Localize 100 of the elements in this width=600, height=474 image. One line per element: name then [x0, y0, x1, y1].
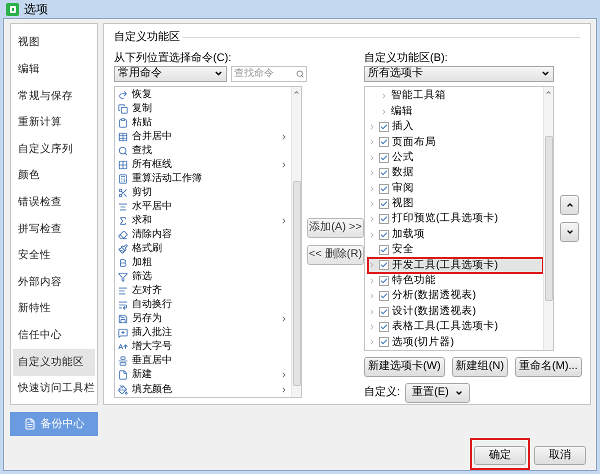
- command-item[interactable]: 清除内容: [115, 228, 291, 242]
- checkbox[interactable]: [379, 184, 389, 194]
- field-label: 自定义:: [364, 384, 400, 400]
- command-item[interactable]: 填充颜色: [115, 382, 291, 397]
- checkbox[interactable]: [379, 214, 389, 224]
- tree-item[interactable]: 编辑: [368, 104, 543, 120]
- eraser-icon: [118, 230, 128, 240]
- command-item[interactable]: 自动换行: [115, 298, 291, 312]
- sidebar-item[interactable]: 重新计算: [13, 110, 95, 136]
- tree-item[interactable]: 安全: [368, 242, 543, 258]
- sidebar-item[interactable]: 自定义功能区: [13, 349, 95, 376]
- tree-item[interactable]: 设计(数据透视表): [368, 304, 543, 320]
- command-item[interactable]: 求和: [115, 214, 291, 228]
- command-item[interactable]: 粘贴: [115, 116, 291, 130]
- command-item[interactable]: 格式刷: [115, 242, 291, 256]
- calculator-icon: [118, 174, 128, 184]
- command-item[interactable]: 另存为: [115, 312, 291, 326]
- sidebar-item[interactable]: 外部内容: [13, 269, 95, 296]
- command-item[interactable]: 左对齐: [115, 284, 291, 298]
- checkbox[interactable]: [379, 276, 389, 286]
- checkbox[interactable]: [379, 245, 389, 256]
- tree-item[interactable]: 表格工具(工具选项卡): [368, 319, 543, 335]
- sidebar-item[interactable]: 安全性: [13, 242, 95, 270]
- checkbox[interactable]: [379, 230, 389, 240]
- command-item[interactable]: 复制: [115, 102, 291, 116]
- reset-button[interactable]: 重置(E): [405, 382, 470, 402]
- sidebar-item[interactable]: 颜色: [13, 162, 95, 190]
- copy-icon: [118, 104, 128, 114]
- tree-item[interactable]: 智能工具箱: [368, 88, 543, 104]
- tree-item[interactable]: 插入: [368, 119, 543, 135]
- command-item[interactable]: 查找: [115, 144, 291, 158]
- tree-item[interactable]: 打印预览(工具选项卡): [368, 212, 543, 228]
- sidebar-item[interactable]: 错误检查: [13, 190, 95, 216]
- checkbox[interactable]: [379, 291, 389, 302]
- command-item[interactable]: 合并居中: [115, 130, 291, 144]
- command-item[interactable]: 水平居中: [115, 200, 291, 214]
- command-item[interactable]: 插入批注: [115, 326, 291, 340]
- submenu-icon: [280, 315, 288, 324]
- checkbox[interactable]: [379, 152, 389, 163]
- sidebar-item[interactable]: 视图: [13, 30, 95, 57]
- tree-item[interactable]: 公式: [368, 150, 543, 166]
- command-item[interactable]: 增大字号: [115, 340, 291, 354]
- command-item[interactable]: 新建: [115, 368, 291, 382]
- move-up-button[interactable]: [560, 194, 579, 214]
- search-icon: [118, 146, 128, 156]
- checkbox[interactable]: [379, 260, 389, 270]
- search-field[interactable]: 查找命令: [231, 66, 307, 82]
- ribbon-button[interactable]: 新建组(N): [452, 356, 508, 376]
- table-icon: [118, 132, 128, 142]
- brush-icon: [118, 244, 128, 254]
- tree-item[interactable]: 开发工具(工具选项卡): [368, 258, 543, 274]
- scrollbar[interactable]: [291, 86, 301, 396]
- dropdown[interactable]: 所有选项卡: [364, 66, 554, 82]
- sidebar-item[interactable]: 新特性: [13, 296, 95, 323]
- checkbox[interactable]: [379, 337, 389, 348]
- tree-item[interactable]: 视图: [368, 196, 543, 212]
- scroll-up-icon[interactable]: [545, 88, 552, 96]
- command-item[interactable]: 恢复: [115, 88, 291, 102]
- tree-item[interactable]: 分析(数据透视表): [368, 288, 543, 304]
- checkbox[interactable]: [379, 168, 389, 178]
- tree-item[interactable]: 特色功能: [368, 273, 543, 289]
- field-label: 从下列位置选择命令(C):: [114, 50, 232, 64]
- cancel-button[interactable]: 取消: [534, 446, 586, 465]
- move-down-button[interactable]: [560, 222, 579, 242]
- tree-item[interactable]: 加载项: [368, 227, 543, 242]
- tree-item[interactable]: 数据: [368, 165, 543, 181]
- ribbon-button[interactable]: 新建选项卡(W): [364, 356, 445, 376]
- align-middle-icon: [118, 356, 128, 366]
- checkbox[interactable]: [379, 198, 389, 209]
- ok-button[interactable]: 确定: [474, 446, 526, 465]
- sidebar-item[interactable]: 拼写检查: [13, 216, 95, 243]
- command-item[interactable]: 剪切: [115, 186, 291, 200]
- checkbox[interactable]: [379, 322, 389, 332]
- window-title: 选项: [24, 1, 48, 18]
- ribbon-button[interactable]: 重命名(M)...: [515, 356, 582, 376]
- bold-icon: [118, 258, 128, 268]
- filter-icon: [118, 272, 128, 282]
- caret-icon: [214, 69, 223, 78]
- sidebar-item[interactable]: 快速访问工具栏: [13, 376, 95, 402]
- scroll-up-icon[interactable]: [293, 88, 300, 96]
- command-item[interactable]: 加粗: [115, 256, 291, 270]
- command-item[interactable]: 所有框线: [115, 158, 291, 172]
- command-item[interactable]: 重算活动工作簿: [115, 172, 291, 186]
- tree-item[interactable]: 选项(切片器): [368, 334, 543, 350]
- sidebar-item[interactable]: 常规与保存: [13, 83, 95, 110]
- wrap-text-icon: [118, 300, 128, 310]
- sidebar-item[interactable]: 编辑: [13, 56, 95, 84]
- search-icon: [296, 68, 304, 78]
- command-item[interactable]: 垂直居中: [115, 354, 291, 368]
- sidebar-item[interactable]: 信任中心: [13, 322, 95, 350]
- dropdown[interactable]: 常用命令: [114, 66, 227, 82]
- tree-item[interactable]: 页面布局: [368, 134, 543, 150]
- redo-icon: [118, 90, 128, 100]
- checkbox[interactable]: [379, 122, 389, 132]
- command-item[interactable]: 筛选: [115, 270, 291, 284]
- scrollbar[interactable]: [543, 86, 553, 350]
- checkbox[interactable]: [379, 306, 389, 317]
- checkbox[interactable]: [379, 137, 389, 148]
- tree-item[interactable]: 审阅: [368, 180, 543, 196]
- sidebar-item[interactable]: 自定义序列: [13, 136, 95, 163]
